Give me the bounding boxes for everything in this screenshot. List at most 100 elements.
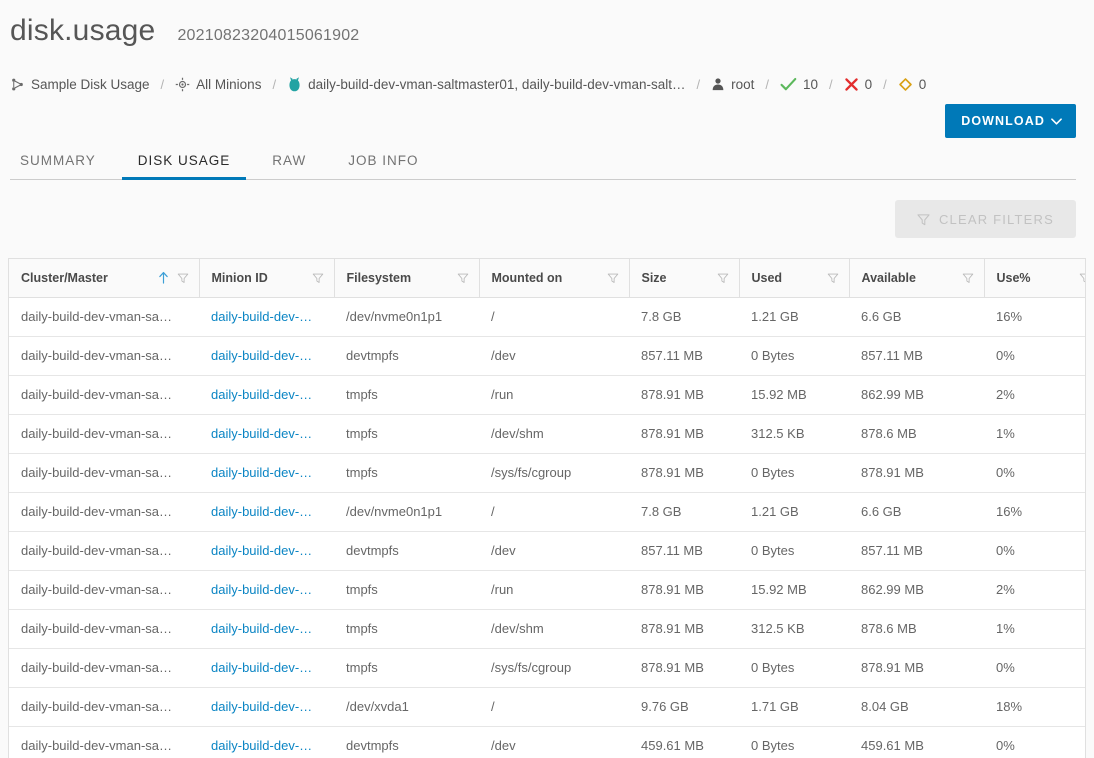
cell-mounted-on: /sys/fs/cgroup — [479, 648, 629, 688]
cell-cluster-master: daily-build-dev-vman-sa… — [9, 453, 199, 493]
column-header-size[interactable]: Size — [629, 259, 740, 298]
table-row[interactable]: daily-build-dev-vman-sa… daily-build-dev-… — [9, 687, 1085, 727]
cell-cluster-master: daily-build-dev-vman-sa… — [9, 648, 199, 688]
minion-id-link[interactable]: daily-build-dev-… — [211, 504, 324, 519]
column-header-mounted-on[interactable]: Mounted on — [479, 259, 630, 298]
cell-use-pct: 16% — [984, 297, 1085, 337]
download-button[interactable]: DOWNLOAD — [945, 104, 1076, 138]
cell-size: 878.91 MB — [629, 375, 739, 415]
cell-minion-id[interactable]: daily-build-dev-… — [199, 531, 334, 571]
minion-id-link[interactable]: daily-build-dev-… — [211, 699, 324, 714]
breadcrumb-item-warning-count[interactable]: 0 — [898, 77, 926, 92]
breadcrumb-item-error-count[interactable]: 0 — [844, 76, 873, 92]
cell-used: 1.21 GB — [739, 297, 849, 337]
minion-id-link[interactable]: daily-build-dev-… — [211, 621, 324, 636]
table-row[interactable]: daily-build-dev-vman-sa… daily-build-dev-… — [9, 492, 1085, 532]
filter-icon[interactable] — [177, 272, 189, 284]
minion-id-link[interactable]: daily-build-dev-… — [211, 543, 324, 558]
cell-size: 878.91 MB — [629, 609, 739, 649]
cell-available: 8.04 GB — [849, 687, 984, 727]
breadcrumb-label: 0 — [864, 76, 873, 92]
cell-size: 878.91 MB — [629, 453, 739, 493]
cell-cluster-master: daily-build-dev-vman-sa… — [9, 375, 199, 415]
breadcrumb-item-user[interactable]: root — [711, 77, 754, 92]
cell-available: 459.61 MB — [849, 726, 984, 758]
cell-mounted-on: / — [479, 492, 629, 532]
filter-icon[interactable] — [717, 272, 729, 284]
breadcrumb-label: 10 — [802, 76, 819, 92]
filter-icon[interactable] — [607, 272, 619, 284]
column-header-available[interactable]: Available — [849, 259, 985, 298]
cell-filesystem: tmpfs — [334, 609, 479, 649]
tab-job-info[interactable]: JOB INFO — [332, 153, 434, 180]
sort-ascending-icon[interactable] — [158, 271, 169, 284]
column-label: Size — [641, 270, 667, 285]
cell-minion-id[interactable]: daily-build-dev-… — [199, 375, 334, 415]
tab-summary[interactable]: SUMMARY — [20, 153, 112, 180]
table-row[interactable]: daily-build-dev-vman-sa… daily-build-dev-… — [9, 414, 1085, 454]
cell-mounted-on: /dev — [479, 726, 629, 758]
table-row[interactable]: daily-build-dev-vman-sa… daily-build-dev-… — [9, 336, 1085, 376]
cell-used: 1.21 GB — [739, 492, 849, 532]
cell-minion-id[interactable]: daily-build-dev-… — [199, 648, 334, 688]
cell-cluster-master: daily-build-dev-vman-sa… — [9, 687, 199, 727]
cell-filesystem: /dev/nvme0n1p1 — [334, 492, 479, 532]
minion-id-link[interactable]: daily-build-dev-… — [211, 309, 324, 324]
filter-icon[interactable] — [827, 272, 839, 284]
table-row[interactable]: daily-build-dev-vman-sa… daily-build-dev-… — [9, 648, 1085, 688]
cell-minion-id[interactable]: daily-build-dev-… — [199, 726, 334, 758]
cell-minion-id[interactable]: daily-build-dev-… — [199, 297, 334, 337]
breadcrumb-item-sample-disk-usage[interactable]: Sample Disk Usage — [10, 77, 150, 92]
column-header-used[interactable]: Used — [739, 259, 850, 298]
table-header-row: Cluster/Master Minion ID Filesystem Moun… — [9, 259, 1085, 298]
cell-use-pct: 16% — [984, 492, 1085, 532]
cell-cluster-master: daily-build-dev-vman-sa… — [9, 726, 199, 758]
cell-minion-id[interactable]: daily-build-dev-… — [199, 609, 334, 649]
breadcrumb-separator: / — [829, 76, 833, 92]
column-label: Mounted on — [491, 270, 563, 285]
filter-icon[interactable] — [1079, 272, 1085, 284]
cell-minion-id[interactable]: daily-build-dev-… — [199, 570, 334, 610]
tab-bar: SUMMARY DISK USAGE RAW JOB INFO — [10, 152, 1076, 180]
breadcrumb-item-all-minions[interactable]: All Minions — [175, 77, 261, 92]
breadcrumb-item-success-count[interactable]: 10 — [780, 77, 818, 92]
cell-minion-id[interactable]: daily-build-dev-… — [199, 687, 334, 727]
cell-mounted-on: /dev/shm — [479, 414, 629, 454]
diamond-icon — [898, 77, 913, 92]
column-header-cluster-master[interactable]: Cluster/Master — [9, 259, 200, 298]
column-header-use-pct[interactable]: Use% — [984, 259, 1085, 298]
table-row[interactable]: daily-build-dev-vman-sa… daily-build-dev-… — [9, 453, 1085, 493]
minion-id-link[interactable]: daily-build-dev-… — [211, 465, 324, 480]
minion-id-link[interactable]: daily-build-dev-… — [211, 426, 324, 441]
cell-minion-id[interactable]: daily-build-dev-… — [199, 453, 334, 493]
minion-id-link[interactable]: daily-build-dev-… — [211, 348, 324, 363]
filter-icon[interactable] — [457, 272, 469, 284]
cell-mounted-on: /run — [479, 375, 629, 415]
minion-id-link[interactable]: daily-build-dev-… — [211, 582, 324, 597]
column-header-filesystem[interactable]: Filesystem — [334, 259, 480, 298]
filter-icon[interactable] — [312, 272, 324, 284]
table-row[interactable]: daily-build-dev-vman-sa… daily-build-dev-… — [9, 570, 1085, 610]
breadcrumb-separator: / — [765, 76, 769, 92]
minion-id-link[interactable]: daily-build-dev-… — [211, 660, 324, 675]
cell-minion-id[interactable]: daily-build-dev-… — [199, 336, 334, 376]
breadcrumb-separator: / — [272, 76, 277, 92]
tab-disk-usage[interactable]: DISK USAGE — [121, 153, 247, 180]
cell-filesystem: devtmpfs — [334, 726, 479, 758]
tab-raw[interactable]: RAW — [256, 153, 322, 180]
cell-minion-id[interactable]: daily-build-dev-… — [199, 492, 334, 532]
table-row[interactable]: daily-build-dev-vman-sa… daily-build-dev-… — [9, 609, 1085, 649]
minion-id-link[interactable]: daily-build-dev-… — [211, 738, 324, 753]
table-row[interactable]: daily-build-dev-vman-sa… daily-build-dev-… — [9, 297, 1085, 337]
cell-mounted-on: /dev — [479, 531, 629, 571]
table-row[interactable]: daily-build-dev-vman-sa… daily-build-dev-… — [9, 726, 1085, 758]
breadcrumb-item-minions[interactable]: daily-build-dev-vman-saltmaster01, daily… — [287, 76, 685, 93]
cell-minion-id[interactable]: daily-build-dev-… — [199, 414, 334, 454]
table-row[interactable]: daily-build-dev-vman-sa… daily-build-dev-… — [9, 375, 1085, 415]
cell-filesystem: tmpfs — [334, 648, 479, 688]
clear-filters-button[interactable]: CLEAR FILTERS — [894, 200, 1076, 238]
column-header-minion-id[interactable]: Minion ID — [199, 259, 335, 298]
table-row[interactable]: daily-build-dev-vman-sa… daily-build-dev-… — [9, 531, 1085, 571]
filter-icon[interactable] — [962, 272, 974, 284]
minion-id-link[interactable]: daily-build-dev-… — [211, 387, 324, 402]
